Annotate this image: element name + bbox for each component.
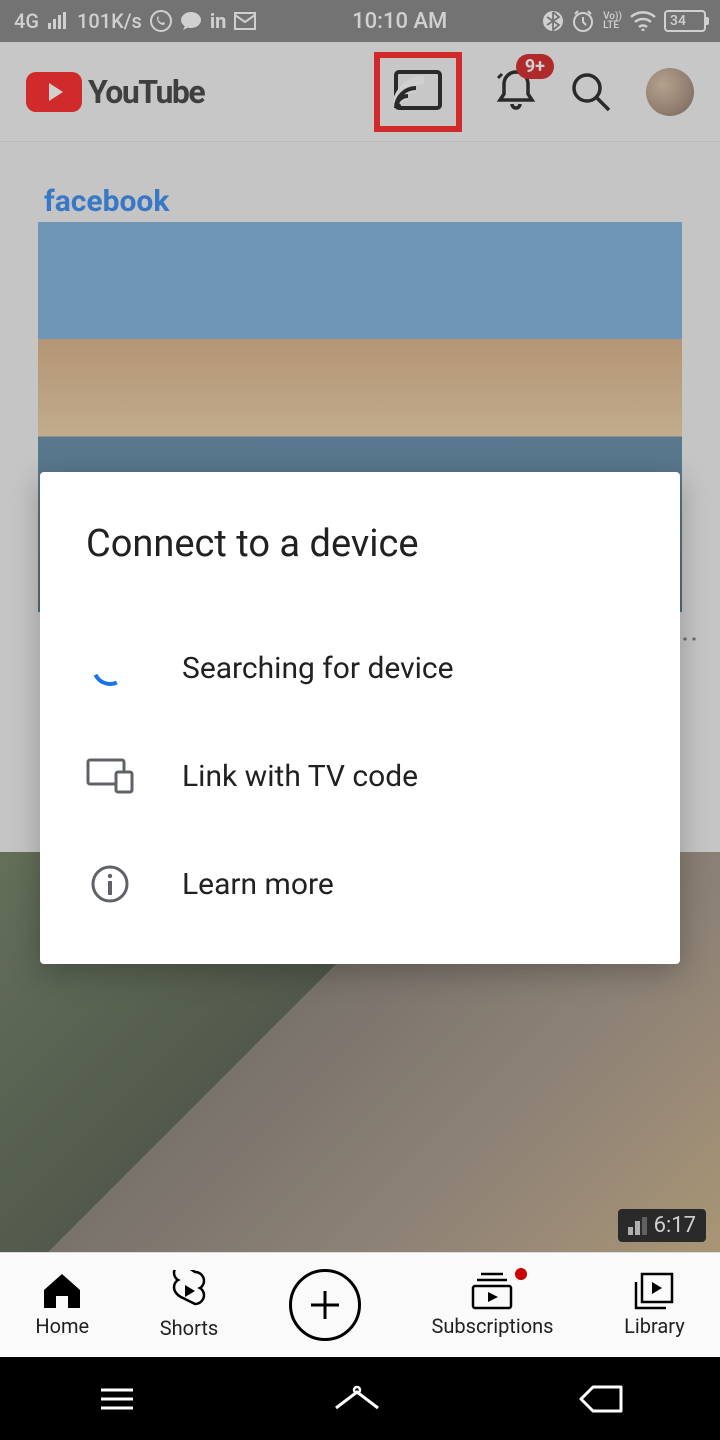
devices-icon <box>86 758 134 794</box>
whatsapp-icon <box>150 10 172 32</box>
equalizer-icon <box>628 1217 648 1235</box>
status-time: 10:10 AM <box>352 9 447 34</box>
tab-home[interactable]: Home <box>35 1272 89 1338</box>
alarm-icon <box>571 9 595 33</box>
youtube-play-icon <box>26 72 82 112</box>
cast-dialog: Connect to a device Searching for device… <box>40 472 680 964</box>
back-button[interactable] <box>577 1383 623 1415</box>
subscriptions-icon <box>471 1272 513 1310</box>
youtube-header: YouTube 9+ <box>0 42 720 142</box>
recents-button[interactable] <box>97 1384 137 1414</box>
link-tv-row[interactable]: Link with TV code <box>86 722 634 830</box>
notification-badge: 9+ <box>516 54 554 79</box>
home-icon <box>42 1272 82 1310</box>
youtube-wordmark: YouTube <box>88 73 204 111</box>
android-nav-bar <box>0 1357 720 1440</box>
cast-button[interactable] <box>374 52 462 132</box>
network-type: 4G <box>14 9 39 33</box>
subscriptions-dot <box>515 1268 527 1280</box>
plus-icon <box>307 1287 343 1323</box>
link-tv-label: Link with TV code <box>182 759 418 794</box>
android-status-bar: 4G 101K/s in 10:10 AM Vo)) LTE 34 <box>0 0 720 42</box>
signal-icon <box>47 12 69 30</box>
youtube-logo[interactable]: YouTube <box>26 72 204 112</box>
home-button[interactable] <box>332 1384 382 1414</box>
status-right: Vo)) LTE 34 <box>543 9 706 33</box>
chat-icon <box>180 11 202 31</box>
notifications-button[interactable]: 9+ <box>496 68 536 116</box>
spinner-icon <box>87 645 133 691</box>
battery-icon: 34 <box>664 10 706 32</box>
cast-icon <box>394 70 442 110</box>
create-button[interactable] <box>289 1269 361 1341</box>
status-left: 4G 101K/s in <box>14 9 256 33</box>
network-speed: 101K/s <box>77 9 142 33</box>
search-button[interactable] <box>570 71 612 113</box>
dialog-title: Connect to a device <box>86 522 634 566</box>
info-icon <box>90 864 130 904</box>
account-avatar[interactable] <box>646 68 694 116</box>
learn-more-row[interactable]: Learn more <box>86 830 634 938</box>
mail-icon <box>234 12 256 30</box>
volte-icon: Vo)) LTE <box>603 12 622 30</box>
bluetooth-icon <box>543 9 563 33</box>
wifi-icon <box>630 11 656 31</box>
searching-label: Searching for device <box>182 651 454 686</box>
shorts-icon <box>171 1270 207 1312</box>
linkedin-icon: in <box>210 9 227 33</box>
searching-row: Searching for device <box>86 614 634 722</box>
video-duration: 6:17 <box>618 1209 706 1242</box>
library-icon <box>634 1272 674 1310</box>
bottom-nav: Home Shorts Subscriptions Library <box>0 1252 720 1357</box>
tab-shorts[interactable]: Shorts <box>160 1270 218 1340</box>
tab-subscriptions[interactable]: Subscriptions <box>432 1272 554 1338</box>
learn-more-label: Learn more <box>182 867 334 902</box>
ad-brand-label: facebook <box>44 184 169 219</box>
tab-library[interactable]: Library <box>624 1272 685 1338</box>
